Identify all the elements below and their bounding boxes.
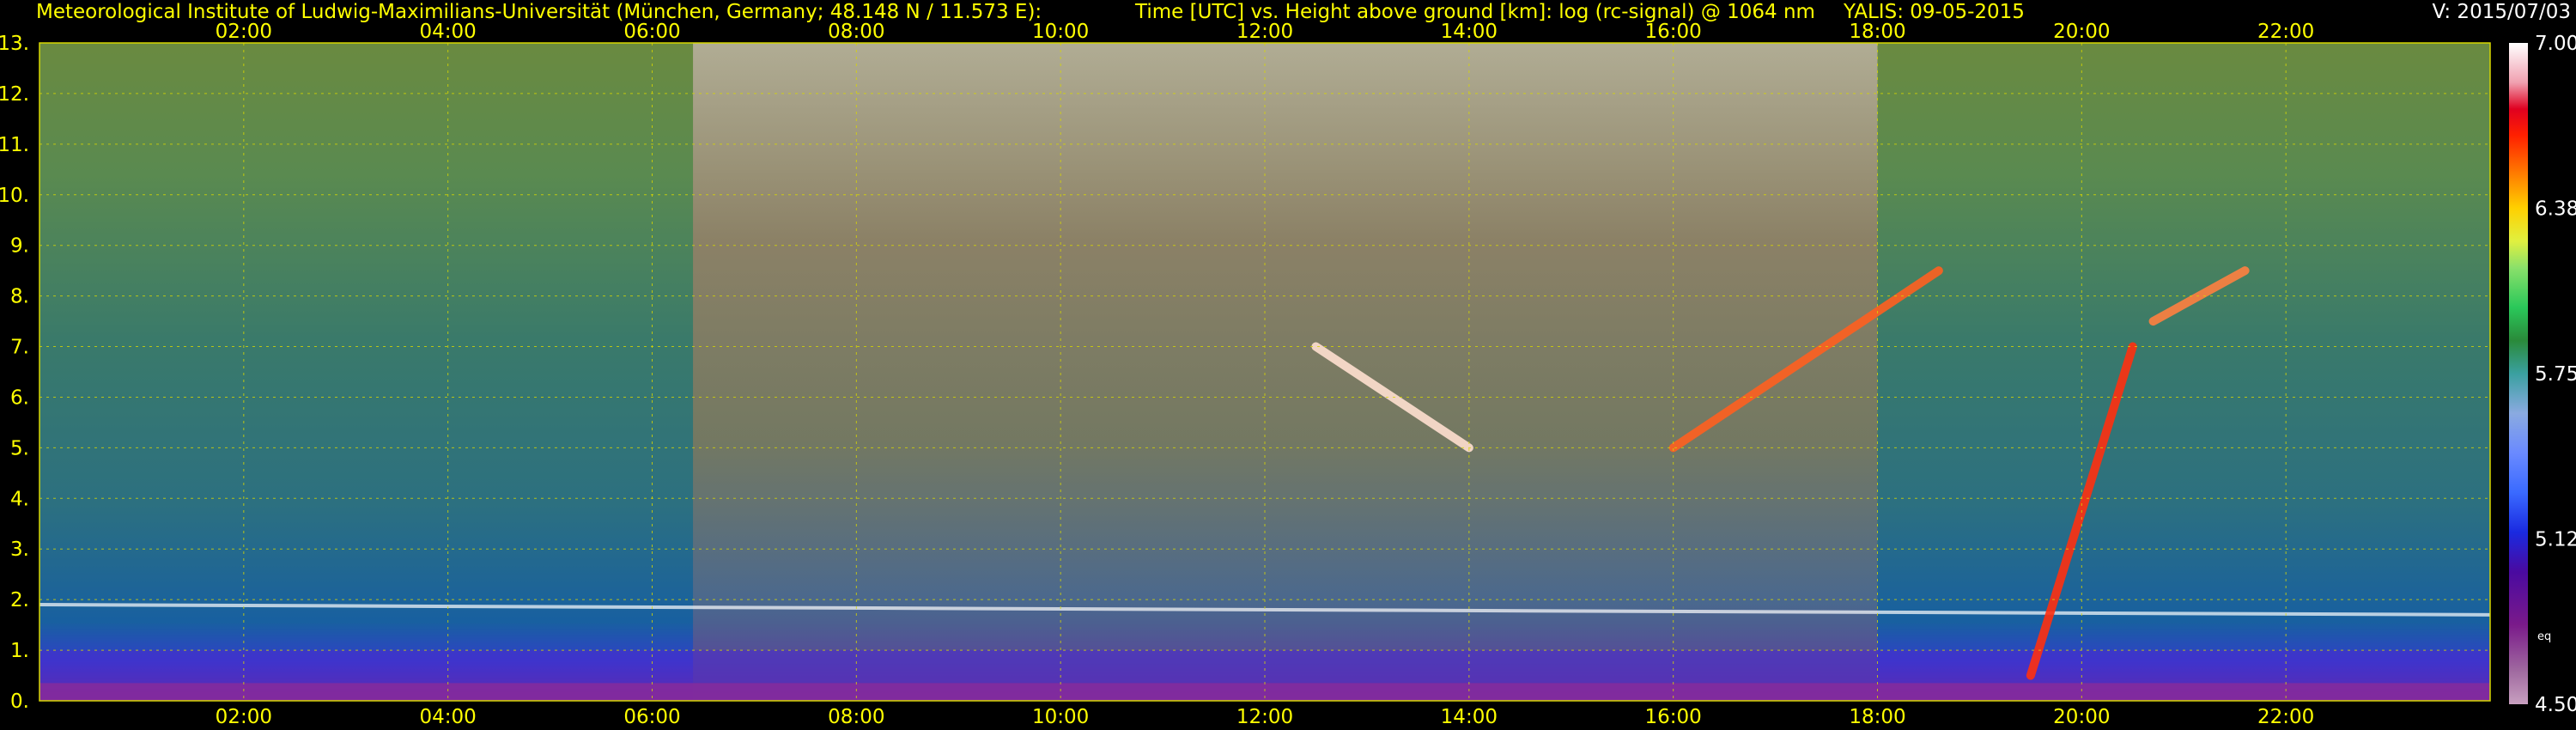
y-tick-label: 5. [10,437,29,459]
x-tick-label-bottom: 16:00 [1645,706,1702,728]
y-tick-label: 4. [10,488,29,510]
x-tick-label-top: 10:00 [1032,21,1089,43]
colorbar-tick-label: 7.00 [2535,33,2576,55]
colorbar-unit-label: eq [2537,630,2551,643]
lidar-time-height-chart: 02:00 04:00 06:00 08:00 10:00 12:00 14:00 16:00… [0,21,2576,728]
x-tick-label-bottom: 02:00 [216,706,272,728]
y-axis: 0. 1. 2. 3. 4. 5. 6. 7. 8. 9. 10. 11. 12. 13. [0,33,29,713]
x-tick-label-top: 20:00 [2053,21,2110,43]
y-tick-label: 9. [10,235,29,258]
x-tick-label-top: 06:00 [623,21,680,43]
daytime-noise-region [693,43,1878,701]
lidar-plot-page: Meteorological Institute of Ludwig-Maxim… [0,0,2576,730]
y-tick-label: 8. [10,286,29,308]
y-tick-label: 1. [10,640,29,662]
y-tick-label: 13. [0,33,29,55]
y-tick-label: 7. [10,337,29,359]
x-tick-label-bottom: 18:00 [1849,706,1905,728]
x-tick-label-top: 04:00 [420,21,477,43]
x-tick-label-top: 18:00 [1849,21,1905,43]
y-tick-label: 2. [10,589,29,611]
x-tick-label-top: 16:00 [1645,21,1702,43]
x-tick-label-bottom: 06:00 [623,706,680,728]
colorbar-tick-label: 4.50 [2535,694,2576,716]
x-tick-label-top: 14:00 [1441,21,1498,43]
x-tick-label-top: 08:00 [828,21,884,43]
colorbar-scale [2509,43,2528,704]
y-tick-label: 10. [0,185,29,207]
x-axis-bottom: 02:00 04:00 06:00 08:00 10:00 12:00 14:00 16:00… [216,706,2315,728]
x-tick-label-bottom: 22:00 [2257,706,2314,728]
x-tick-label-bottom: 08:00 [828,706,884,728]
y-tick-label: 12. [0,83,29,106]
y-tick-label: 0. [10,690,29,713]
y-tick-label: 3. [10,538,29,561]
x-tick-label-top: 22:00 [2257,21,2314,43]
x-tick-label-top: 12:00 [1236,21,1293,43]
x-tick-label-bottom: 04:00 [420,706,477,728]
x-tick-label-bottom: 12:00 [1236,706,1293,728]
x-tick-label-bottom: 10:00 [1032,706,1089,728]
colorbar-tick-label: 5.12 [2535,529,2576,551]
y-tick-label: 6. [10,386,29,409]
colorbar-tick-label: 5.75 [2535,363,2576,386]
x-tick-label-top: 02:00 [216,21,272,43]
colorbar-tick-label: 6.38 [2535,198,2576,221]
y-tick-label: 11. [0,134,29,156]
x-axis-top: 02:00 04:00 06:00 08:00 10:00 12:00 14:00 16:00… [216,21,2315,43]
x-tick-label-bottom: 14:00 [1441,706,1498,728]
x-tick-label-bottom: 20:00 [2053,706,2110,728]
colorbar: 4.50 5.12 5.75 6.38 7.00 eq [2509,33,2576,716]
